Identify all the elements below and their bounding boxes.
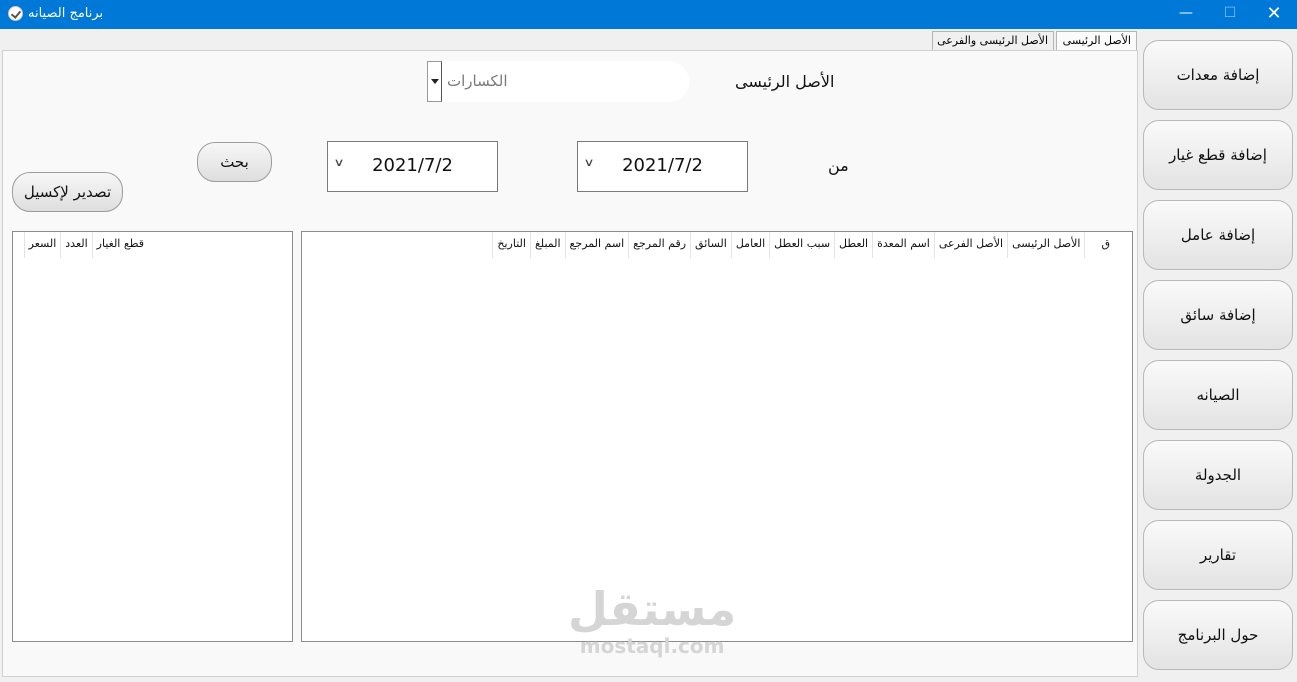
dropdown-arrow-icon[interactable] <box>427 61 442 102</box>
column-header[interactable]: السائق <box>690 232 731 258</box>
column-header[interactable]: العامل <box>730 232 769 258</box>
maintenance-grid[interactable]: ق الأصل الرئيسى الأصل الفرعى اسم المعدة … <box>301 231 1133 642</box>
column-header[interactable]: ق <box>1084 232 1118 258</box>
title-bar: برنامج الصيانه — ☐ ✕ <box>0 0 1297 29</box>
window-title: برنامج الصيانه <box>28 6 104 21</box>
minimize-button[interactable]: — <box>1164 0 1208 29</box>
column-header[interactable]: الأصل الرئيسى <box>1007 232 1084 258</box>
maximize-button[interactable]: ☐ <box>1208 0 1252 29</box>
add-worker-button[interactable]: إضافة عامل <box>1143 200 1293 270</box>
tab-main-asset[interactable]: الأصل الرئيسى <box>1056 31 1137 50</box>
column-header[interactable]: اسم المعدة <box>872 232 934 258</box>
sidebar: إضافة معدات إضافة قطع غيار إضافة عامل إض… <box>1139 29 1297 682</box>
watermark-latin: mostaql.com <box>579 634 725 658</box>
column-header[interactable]: العدد <box>60 232 91 258</box>
main-asset-select[interactable]: الكسارات <box>427 61 689 102</box>
maintenance-button[interactable]: الصيانه <box>1143 360 1293 430</box>
maintenance-grid-header: ق الأصل الرئيسى الأصل الفرعى اسم المعدة … <box>492 232 1118 258</box>
add-equipment-button[interactable]: إضافة معدات <box>1143 40 1293 110</box>
main-asset-label: الأصل الرئيسى <box>735 72 835 91</box>
add-spare-parts-button[interactable]: إضافة قطع غيار <box>1143 120 1293 190</box>
export-excel-button[interactable]: تصدير لإكسيل <box>12 172 123 212</box>
column-header[interactable]: العطل <box>834 232 872 258</box>
column-header[interactable]: السعر <box>23 232 61 258</box>
app-icon <box>8 6 23 21</box>
to-date-value: 2021/7/2 <box>372 155 453 176</box>
watermark-arabic: مستقل <box>568 582 737 636</box>
from-label: من <box>828 156 849 175</box>
reports-button[interactable]: تقارير <box>1143 520 1293 590</box>
column-header[interactable]: التاريخ <box>492 232 530 258</box>
column-header[interactable]: الأصل الفرعى <box>933 232 1007 258</box>
from-date-picker[interactable]: ∨ 2021/7/2 <box>577 141 748 192</box>
close-button[interactable]: ✕ <box>1252 0 1296 29</box>
tab-main-and-sub-asset[interactable]: الأصل الرئيسى والفرعى <box>932 31 1054 50</box>
watermark: مستقل mostaql.com <box>568 586 736 656</box>
about-button[interactable]: حول البرنامج <box>1143 600 1293 670</box>
search-button[interactable]: بحث <box>197 142 272 182</box>
column-header[interactable]: سبب العطل <box>769 232 834 258</box>
add-driver-button[interactable]: إضافة سائق <box>1143 280 1293 350</box>
spare-parts-grid[interactable]: قطع الغيار العدد السعر <box>12 231 293 642</box>
scheduling-button[interactable]: الجدولة <box>1143 440 1293 510</box>
main-window: الأصل الرئيسى الأصل الرئيسى والفرعى الأص… <box>0 29 1297 682</box>
spare-parts-grid-header: قطع الغيار العدد السعر <box>23 232 148 258</box>
column-header[interactable]: اسم المرجع <box>564 232 629 258</box>
column-header[interactable]: المبلغ <box>529 232 565 258</box>
from-date-value: 2021/7/2 <box>622 155 703 176</box>
column-header[interactable]: رقم المرجع <box>628 232 690 258</box>
column-header[interactable]: قطع الغيار <box>91 232 148 258</box>
to-date-picker[interactable]: ∨ 2021/7/2 <box>327 141 498 192</box>
main-asset-value: الكسارات <box>447 72 508 90</box>
